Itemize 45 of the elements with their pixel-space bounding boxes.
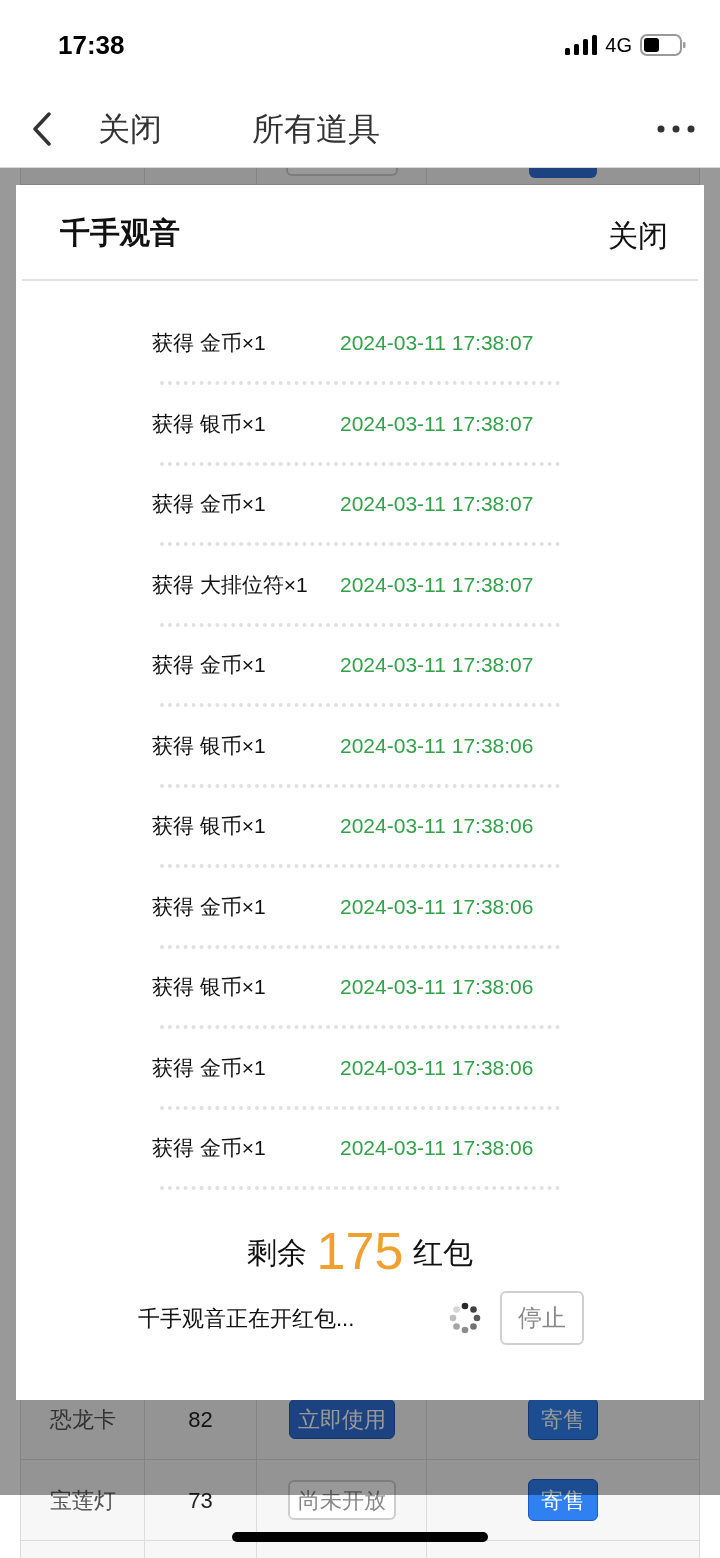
network-type: 4G — [605, 33, 632, 58]
battery-icon — [640, 34, 686, 56]
reward-item: 获得 金币×1 — [152, 491, 267, 518]
reward-item: 获得 银币×1 — [152, 732, 267, 759]
reward-time: 2024-03-11 17:38:06 — [340, 1135, 534, 1162]
page-title: 所有道具 — [252, 109, 380, 149]
reward-time: 2024-03-11 17:38:06 — [340, 1054, 534, 1081]
signal-icon — [565, 35, 598, 55]
reward-item: 获得 金币×1 — [152, 893, 267, 920]
reward-item: 获得 金币×1 — [152, 1054, 267, 1081]
dialog-close-button[interactable]: 关闭 — [608, 212, 668, 258]
item-name: 恐龙卡 — [49, 1405, 116, 1434]
remaining-label: 剩余 — [246, 1235, 307, 1271]
reward-time: 2024-03-11 17:38:07 — [340, 652, 534, 679]
reward-item: 获得 银币×1 — [152, 974, 267, 1001]
back-icon[interactable] — [32, 111, 52, 146]
loading-spinner-icon — [448, 1301, 482, 1335]
reward-item: 获得 银币×1 — [152, 410, 267, 437]
remaining-count: 175 — [316, 1225, 404, 1277]
sell-button[interactable]: 寄售 — [528, 1479, 598, 1521]
reward-item: 获得 银币×1 — [152, 813, 267, 840]
remaining-unit: 红包 — [413, 1235, 474, 1271]
reward-time: 2024-03-11 17:38:06 — [340, 813, 534, 840]
reward-time: 2024-03-11 17:38:07 — [340, 491, 534, 518]
reward-time: 2024-03-11 17:38:06 — [340, 893, 534, 920]
reward-time: 2024-03-11 17:38:06 — [340, 732, 534, 759]
reward-time: 2024-03-11 17:38:07 — [340, 571, 534, 598]
close-link[interactable]: 关闭 — [98, 104, 162, 153]
item-count: 73 — [188, 1486, 213, 1515]
reward-item: 获得 金币×1 — [152, 330, 267, 357]
reward-time: 2024-03-11 17:38:07 — [340, 330, 534, 357]
reward-item: 获得 大排位符×1 — [152, 571, 309, 598]
item-name: 宝莲灯 — [49, 1486, 116, 1515]
item-count: 82 — [188, 1405, 213, 1434]
reward-time: 2024-03-11 17:38:06 — [340, 974, 534, 1001]
reward-time: 2024-03-11 17:38:07 — [340, 410, 534, 437]
use-button[interactable]: 立即使用 — [288, 1399, 395, 1439]
more-icon[interactable] — [656, 123, 696, 134]
sell-button[interactable]: 寄售 — [528, 1398, 598, 1440]
dialog-title: 千手观音 — [60, 214, 180, 251]
reward-item: 获得 金币×1 — [152, 1135, 267, 1162]
opening-status: 千手观音正在开红包... — [138, 1304, 356, 1333]
reward-item: 获得 金币×1 — [152, 652, 267, 679]
stop-button[interactable]: 停止 — [500, 1291, 584, 1345]
status-time: 17:38 — [58, 28, 125, 62]
